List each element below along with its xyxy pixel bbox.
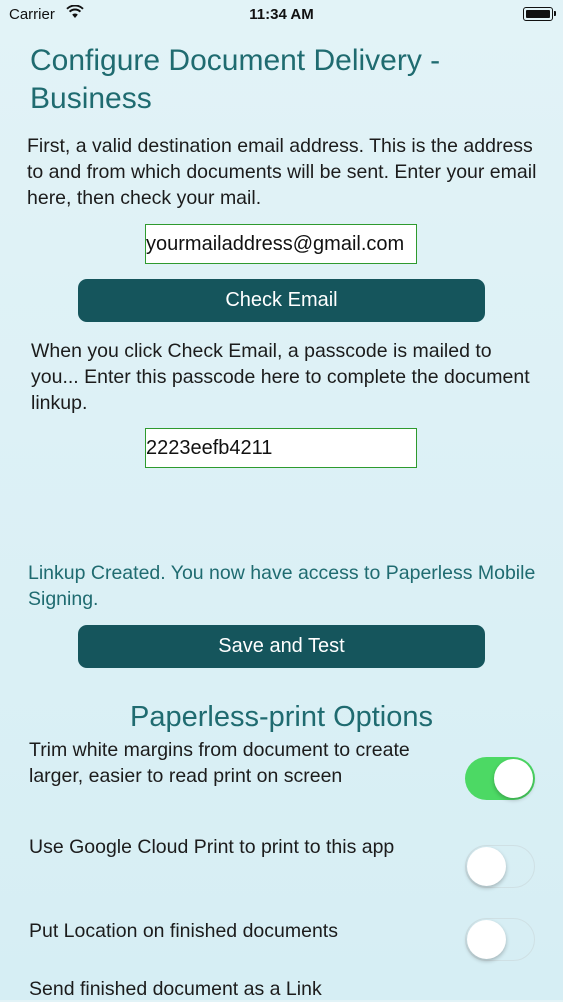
toggle-knob [467, 847, 506, 886]
clock-time: 11:34 AM [249, 6, 314, 23]
option-label-trim-margins: Trim white margins from document to crea… [29, 739, 410, 787]
option-label-google-cloud-print: Use Google Cloud Print to print to this … [29, 836, 395, 858]
option-label-location: Put Location on finished documents [29, 920, 338, 942]
linkup-status-text: Linkup Created. You now have access to P… [28, 562, 536, 610]
email-instructions: First, a valid destination email address… [27, 135, 537, 209]
battery-icon [523, 7, 556, 21]
save-and-test-button[interactable]: Save and Test [78, 625, 485, 668]
toggle-knob [467, 920, 506, 959]
status-bar: Carrier 11:34 AM [0, 0, 563, 30]
options-section-title: Paperless-print Options [129, 701, 434, 733]
toggle-knob [494, 759, 533, 798]
toggle-trim-margins[interactable] [465, 757, 535, 800]
toggle-google-cloud-print[interactable] [465, 845, 535, 888]
option-label-send-as-link: Send finished document as a Link [29, 978, 322, 1000]
check-email-button[interactable]: Check Email [78, 279, 485, 322]
toggle-location[interactable] [465, 918, 535, 961]
email-field[interactable] [145, 224, 417, 264]
passcode-instructions: When you click Check Email, a passcode i… [31, 340, 530, 414]
page-title: Configure Document Delivery - Business [30, 44, 441, 115]
passcode-field[interactable] [145, 428, 417, 468]
